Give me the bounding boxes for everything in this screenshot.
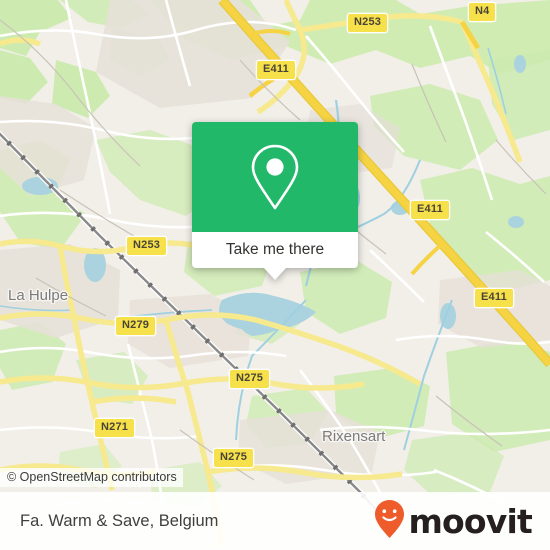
road-shield-e411-mid[interactable]: E411	[410, 200, 450, 220]
location-title: Fa. Warm & Save, Belgium	[20, 511, 219, 530]
place-label-la-hulpe: La Hulpe	[8, 287, 69, 304]
moovit-smiley-pin-icon	[373, 499, 406, 544]
road-shield-n253-north[interactable]: N253	[347, 13, 389, 33]
road-shield-n279[interactable]: N279	[115, 316, 157, 336]
location-callout-card[interactable]: Take me there	[192, 122, 358, 280]
map-pin-icon	[247, 142, 303, 212]
callout-action-panel[interactable]: Take me there	[192, 232, 358, 268]
moovit-wordmark: moovit	[408, 501, 532, 541]
callout-pointer-tail	[264, 268, 286, 280]
moovit-logo[interactable]: moovit	[373, 499, 533, 544]
road-shield-n275-south[interactable]: N275	[213, 448, 255, 468]
bottom-info-bar: Fa. Warm & Save, Belgium moovit	[0, 492, 550, 550]
osm-attribution[interactable]: © OpenStreetMap contributors	[0, 468, 183, 487]
road-shield-n271[interactable]: N271	[94, 418, 136, 438]
road-shield-n275-center[interactable]: N275	[229, 369, 271, 389]
take-me-there-label: Take me there	[225, 241, 325, 258]
road-shield-n4[interactable]: N4	[468, 2, 497, 22]
place-label-rixensart: Rixensart	[322, 428, 386, 445]
callout-icon-panel	[192, 122, 358, 232]
road-shield-n253-west[interactable]: N253	[126, 236, 168, 256]
map-screenshot: La Hulpe Rixensart N253 N4 E411 E411 E41…	[0, 0, 550, 550]
road-shield-e411-south[interactable]: E411	[474, 288, 514, 308]
road-shield-e411-north[interactable]: E411	[256, 60, 296, 80]
